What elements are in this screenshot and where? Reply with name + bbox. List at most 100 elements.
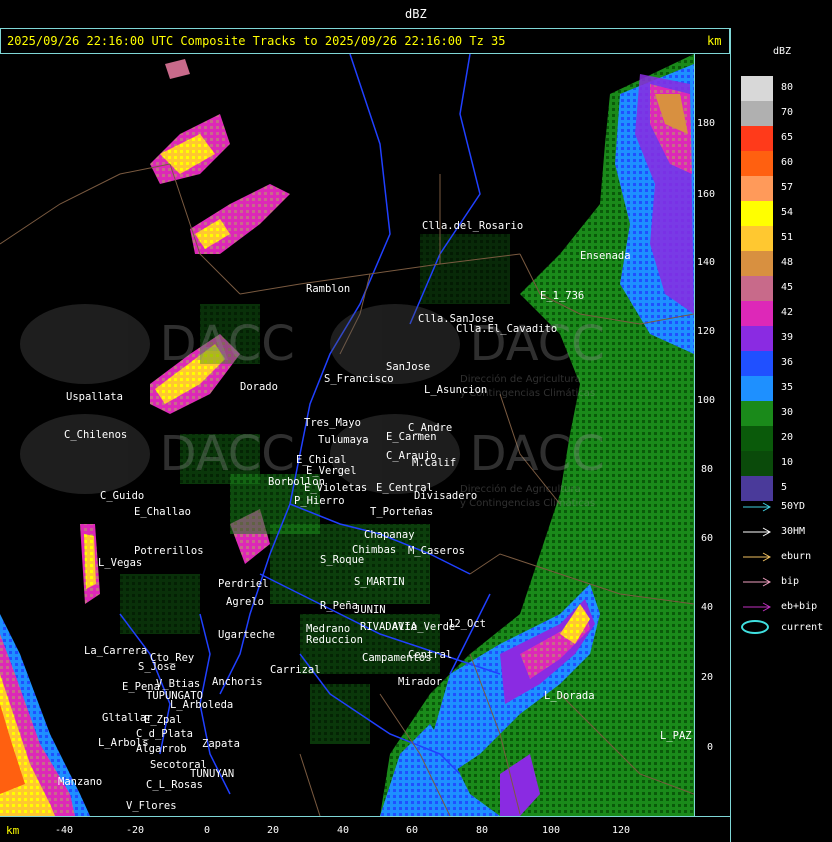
legend-level-label: 48 bbox=[781, 257, 794, 268]
x-tick-label: -40 bbox=[55, 825, 74, 836]
place-label: Uspallata bbox=[66, 391, 123, 403]
place-label: P_Hierro bbox=[294, 495, 345, 507]
radar-map[interactable]: DACC DACC Dirección de Agricultura y Con… bbox=[0, 54, 694, 816]
x-tick-label: 0 bbox=[204, 825, 211, 836]
place-label: T_Porteñas bbox=[370, 506, 434, 518]
place-label: L_Arboleda bbox=[170, 699, 234, 711]
place-label: Ensenada bbox=[580, 250, 631, 262]
place-label: Manzano bbox=[58, 776, 103, 788]
watermark-sub: y Contingencias Climáticas bbox=[460, 498, 596, 509]
place-label: Clla.El_Cavadito bbox=[456, 323, 558, 335]
track-label: 50YD bbox=[781, 501, 806, 512]
place-label: M.Calif bbox=[412, 457, 457, 469]
y-axis: 180 160 140 120 100 80 60 40 20 0 bbox=[694, 54, 730, 816]
place-label: Ugarteche bbox=[218, 629, 275, 641]
legend-level-label: 20 bbox=[781, 432, 794, 443]
place-label: C_Chilenos bbox=[64, 429, 128, 441]
x-tick-label: 40 bbox=[337, 825, 350, 836]
place-label: E_Carmen bbox=[386, 431, 437, 443]
watermark-text: DACC bbox=[469, 426, 605, 482]
x-tick-label: 120 bbox=[612, 825, 631, 836]
y-tick-label: 180 bbox=[697, 118, 716, 129]
track-arrow-icon bbox=[743, 552, 772, 562]
legend-title: dBZ bbox=[773, 46, 792, 57]
x-axis: km -40 -20 0 20 40 60 80 100 120 bbox=[0, 816, 730, 842]
watermark-text: DACC bbox=[159, 316, 295, 372]
legend-swatch bbox=[741, 176, 773, 201]
place-label: L_Vegas bbox=[98, 557, 143, 569]
legend-level-label: 42 bbox=[781, 307, 794, 318]
legend-level-label: 51 bbox=[781, 232, 794, 243]
legend-swatch bbox=[741, 451, 773, 476]
place-label: S_MARTIN bbox=[354, 576, 405, 588]
header-bar: 2025/09/26 22:16:00 UTC Composite Tracks… bbox=[0, 28, 730, 54]
legend-swatch bbox=[741, 326, 773, 351]
x-tick-label: 60 bbox=[406, 825, 419, 836]
x-tick-label: 100 bbox=[542, 825, 561, 836]
place-label: Chapanay bbox=[364, 529, 415, 541]
legend-level-label: 36 bbox=[781, 357, 794, 368]
legend-panel: dBZ 80 70 65 60 57 54 51 48 45 42 39 36 35 30 20 10 5 50… bbox=[730, 28, 832, 842]
place-label: M_Caseros bbox=[408, 545, 465, 557]
header-text: 2025/09/26 22:16:00 UTC Composite Tracks… bbox=[7, 34, 506, 48]
legend-swatch bbox=[741, 126, 773, 151]
legend-swatch bbox=[741, 426, 773, 451]
track-arrow-icon bbox=[743, 577, 772, 587]
y-tick-label: 20 bbox=[701, 672, 714, 683]
place-label: S_Roque bbox=[320, 554, 365, 566]
place-label: R_Peña bbox=[320, 600, 358, 612]
legend-swatch bbox=[741, 351, 773, 376]
place-label: L_PAZ bbox=[660, 730, 692, 742]
y-tick-label: 80 bbox=[701, 464, 714, 475]
legend-level-label: 54 bbox=[781, 207, 794, 218]
legend-level-label: 65 bbox=[781, 132, 794, 143]
watermark: DACC bbox=[20, 304, 295, 384]
place-label: Dorado bbox=[240, 381, 278, 393]
legend-swatch bbox=[741, 76, 773, 101]
place-label: Zapata bbox=[202, 738, 240, 750]
legend-swatch bbox=[741, 476, 773, 501]
legend-swatch bbox=[741, 226, 773, 251]
place-label: E_Zpal bbox=[144, 714, 182, 726]
place-label: Reduccion bbox=[306, 634, 363, 646]
y-tick-label: 120 bbox=[697, 326, 716, 337]
place-label: Carrizal bbox=[270, 664, 321, 676]
legend-level-label: 39 bbox=[781, 332, 794, 343]
track-arrow-icon bbox=[743, 602, 772, 612]
track-arrow-icon bbox=[743, 527, 772, 537]
legend-swatch bbox=[741, 401, 773, 426]
legend-level-label: 70 bbox=[781, 107, 794, 118]
place-label: Tres_Mayo bbox=[304, 417, 361, 429]
y-tick-label: 40 bbox=[701, 602, 714, 613]
place-label: E_Challao bbox=[134, 506, 191, 518]
current-ellipse-icon bbox=[741, 620, 769, 634]
place-label: E_Violetas bbox=[304, 482, 368, 494]
x-tick-label: 20 bbox=[267, 825, 280, 836]
place-label: Algarrob bbox=[136, 743, 187, 755]
y-tick-label: 60 bbox=[701, 533, 714, 544]
legend-swatch bbox=[741, 376, 773, 401]
place-label: JUNIN bbox=[354, 604, 386, 616]
y-tick-label: 0 bbox=[707, 742, 714, 753]
place-label: L_Asuncion bbox=[424, 384, 488, 396]
place-label: Mirador bbox=[398, 676, 443, 688]
place-label: Potrerillos bbox=[134, 545, 204, 557]
legend-swatch bbox=[741, 201, 773, 226]
place-label: Clla.del_Rosario bbox=[422, 220, 524, 232]
legend-swatch bbox=[741, 276, 773, 301]
legend-swatch bbox=[741, 151, 773, 176]
legend-level-label: 80 bbox=[781, 82, 794, 93]
y-tick-label: 140 bbox=[697, 257, 716, 268]
window-title: dBZ bbox=[405, 7, 427, 21]
place-label: V_Flores bbox=[126, 800, 177, 812]
x-tick-label: -20 bbox=[126, 825, 145, 836]
legend-level-label: 35 bbox=[781, 382, 794, 393]
watermark: DACC bbox=[20, 414, 295, 494]
place-label: S_Jose bbox=[138, 661, 176, 673]
place-label: C_Guido bbox=[100, 490, 145, 502]
y-tick-label: 160 bbox=[697, 189, 716, 200]
place-label: C_L_Rosas bbox=[146, 779, 203, 791]
current-label: current bbox=[781, 622, 824, 633]
place-label: Anchoris bbox=[212, 676, 263, 688]
legend-level-label: 5 bbox=[781, 482, 788, 493]
